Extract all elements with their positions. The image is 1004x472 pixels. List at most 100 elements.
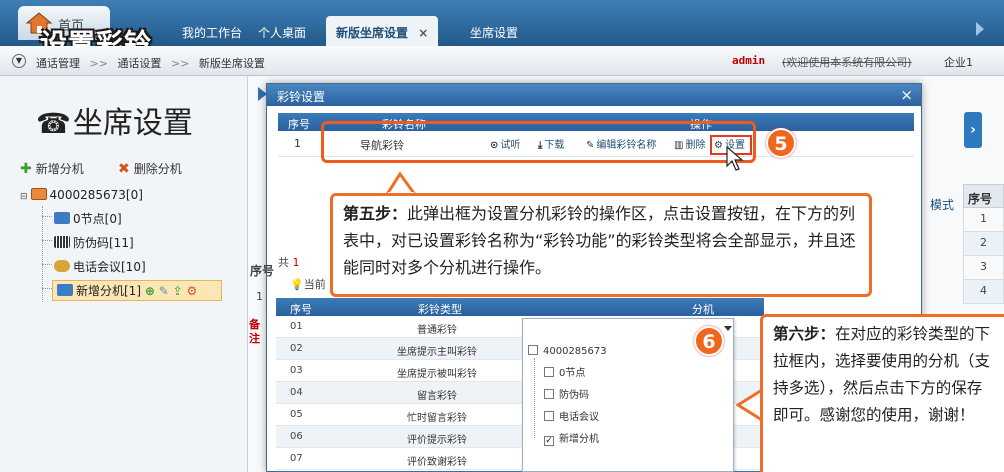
step5-badge: 5 — [766, 128, 796, 158]
breadcrumb-path: 通话管理 >> 通话设置 >> 新版坐席设置 — [36, 55, 265, 71]
row-seq: 05 — [290, 409, 303, 420]
row-type: 普通彩铃 — [417, 325, 457, 336]
folder-icon — [30, 188, 47, 200]
tree-node-label: 0节点[0] — [73, 212, 122, 226]
current-hint: 💡当前 — [290, 276, 326, 292]
lightbulb-icon: 💡 — [290, 278, 304, 291]
count-value: 1 — [292, 256, 300, 269]
dropdown-root-option[interactable]: 4000285673 — [528, 345, 607, 357]
breadcrumb-item[interactable]: 通话管理 — [36, 57, 80, 70]
delete-icon: ✖ — [118, 161, 130, 177]
scroll-right-icon[interactable] — [976, 22, 984, 36]
breadcrumb-separator: >> — [89, 57, 108, 70]
step5-callout: 第五步：此弹出框为设置分机彩铃的操作区，点击设置按钮，在下方的列表中，对已设置彩… — [330, 193, 872, 297]
add-icon[interactable]: ⊕ — [145, 284, 155, 298]
mouse-cursor-icon — [726, 146, 744, 171]
add-extension-label: 新增分机 — [35, 162, 84, 176]
page-title: ☎坐席设置 — [36, 98, 193, 142]
add-extension-button[interactable]: ✚ 新增分机 — [20, 160, 84, 177]
breadcrumb-item[interactable]: 通话设置 — [117, 57, 161, 70]
collapse-icon[interactable]: ⊟ — [20, 192, 28, 202]
tree-connector — [42, 264, 52, 265]
tree-node-new-extension[interactable]: 新增分机[1] ⊕ ✎ ⇪ ⚙ — [52, 280, 222, 301]
checkbox[interactable] — [544, 411, 554, 421]
checkbox[interactable] — [544, 389, 554, 399]
dropdown-option-0[interactable]: 0节点 — [544, 364, 585, 379]
left-seq-one: 1 — [256, 290, 263, 303]
row-seq: 1 — [294, 137, 301, 150]
table-cell: 4 — [963, 280, 1004, 304]
checkbox-checked[interactable]: ✓ — [544, 436, 554, 446]
left-seq-header: 序号 — [250, 264, 275, 278]
tree-node-conference[interactable]: 电话会议[10] — [54, 258, 146, 275]
step6-callout: 第六步：在对应的彩铃类型的下拉框内，选择要使用的分机（支持多选），然后点击下方的… — [760, 314, 1004, 472]
tree-node-0[interactable]: 0节点[0] — [54, 210, 122, 227]
edit-icon[interactable]: ✎ — [159, 284, 169, 298]
delete-extension-button[interactable]: ✖ 删除分机 — [118, 160, 182, 177]
tree-node-label: 防伪码[11] — [73, 236, 134, 250]
tree-root[interactable]: ⊟ 4000285673[0] — [20, 188, 143, 202]
current-hint-text: 当前 — [303, 278, 326, 291]
row-type: 忙时留言彩铃 — [407, 413, 467, 424]
barcode-icon — [54, 236, 70, 248]
tree-node-anticounterfeit[interactable]: 防伪码[11] — [54, 234, 134, 251]
breadcrumb-item[interactable]: 新版坐席设置 — [199, 57, 265, 70]
chevron-down-icon[interactable] — [724, 326, 732, 331]
tree-root-label: 4000285673[0] — [49, 188, 143, 202]
dropdown-option-conference[interactable]: 电话会议 — [544, 408, 599, 423]
enterprise-name: 企业1 — [944, 56, 973, 69]
people-icon — [54, 260, 70, 272]
row-type: 留言彩铃 — [417, 391, 457, 402]
record-count: 共 1 — [278, 254, 300, 270]
step6-label: 第六步： — [773, 325, 836, 343]
row-seq: 01 — [290, 321, 303, 332]
tab-label: 我的工作台 — [182, 26, 243, 40]
close-icon[interactable]: × — [418, 26, 428, 40]
tab-label: 个人桌面 — [258, 26, 307, 40]
table-cell: 1 — [963, 208, 1004, 232]
column-header: 序号 — [288, 118, 310, 131]
option-label: 新增分机 — [559, 434, 599, 445]
settings-icon[interactable]: ⚙ — [187, 284, 198, 298]
step6-badge: 6 — [694, 326, 724, 356]
row-seq: 02 — [290, 343, 303, 354]
tree-connector — [42, 216, 52, 217]
close-icon[interactable]: × — [900, 86, 913, 104]
tab-my-workbench[interactable]: 我的工作台 — [172, 16, 252, 46]
tab-personal-desktop[interactable]: 个人桌面 — [248, 16, 316, 46]
tree-node-label: 电话会议[10] — [73, 260, 146, 274]
dropdown-option-new-extension[interactable]: ✓ 新增分机 — [544, 430, 599, 446]
dialog-titlebar: 彩铃设置 × — [267, 84, 921, 106]
row-seq: 03 — [290, 365, 303, 376]
breadcrumb-separator: >> — [170, 57, 190, 70]
left-sidebar: ☎坐席设置 ✚ 新增分机 ✖ 删除分机 ⊟ 4000285673[0] 0节点[0] … — [0, 76, 248, 472]
row-seq: 06 — [290, 431, 303, 442]
tab-seat-settings[interactable]: 坐席设置 — [460, 16, 528, 46]
checkbox[interactable] — [544, 367, 554, 377]
page-title-text: 坐席设置 — [72, 106, 193, 141]
tree-connector — [42, 288, 52, 289]
option-label: 防伪码 — [559, 390, 589, 401]
expand-right-button[interactable]: › — [964, 112, 982, 148]
company-name: (欢迎使用本系统有限公司) — [782, 56, 912, 69]
dialog-title: 彩铃设置 — [277, 90, 326, 104]
table-cell: 3 — [963, 256, 1004, 280]
upload-icon[interactable]: ⇪ — [173, 284, 183, 298]
collapse-icon[interactable]: ▼ — [12, 54, 26, 68]
checkbox[interactable] — [528, 345, 538, 355]
column-header: 分机 — [692, 303, 714, 316]
tab-label: 新版坐席设置 — [336, 26, 409, 40]
tab-label: 坐席设置 — [470, 26, 519, 40]
row-seq: 07 — [290, 453, 303, 464]
row-type: 评价提示彩铃 — [407, 435, 467, 446]
step5-label: 第五步： — [343, 204, 408, 223]
step5-highlight — [321, 121, 756, 163]
phone-icon — [57, 284, 73, 296]
column-header: 序号 — [963, 184, 1004, 208]
option-label: 4000285673 — [543, 346, 607, 357]
dropdown-option-anticounterfeit[interactable]: 防伪码 — [544, 386, 589, 401]
ringtone-type-table-header: 序号 彩铃类型 分机 — [276, 298, 764, 316]
option-label: 电话会议 — [559, 412, 599, 423]
tab-new-seat-settings[interactable]: 新版坐席设置 × — [326, 16, 439, 46]
option-label: 0节点 — [559, 368, 586, 379]
